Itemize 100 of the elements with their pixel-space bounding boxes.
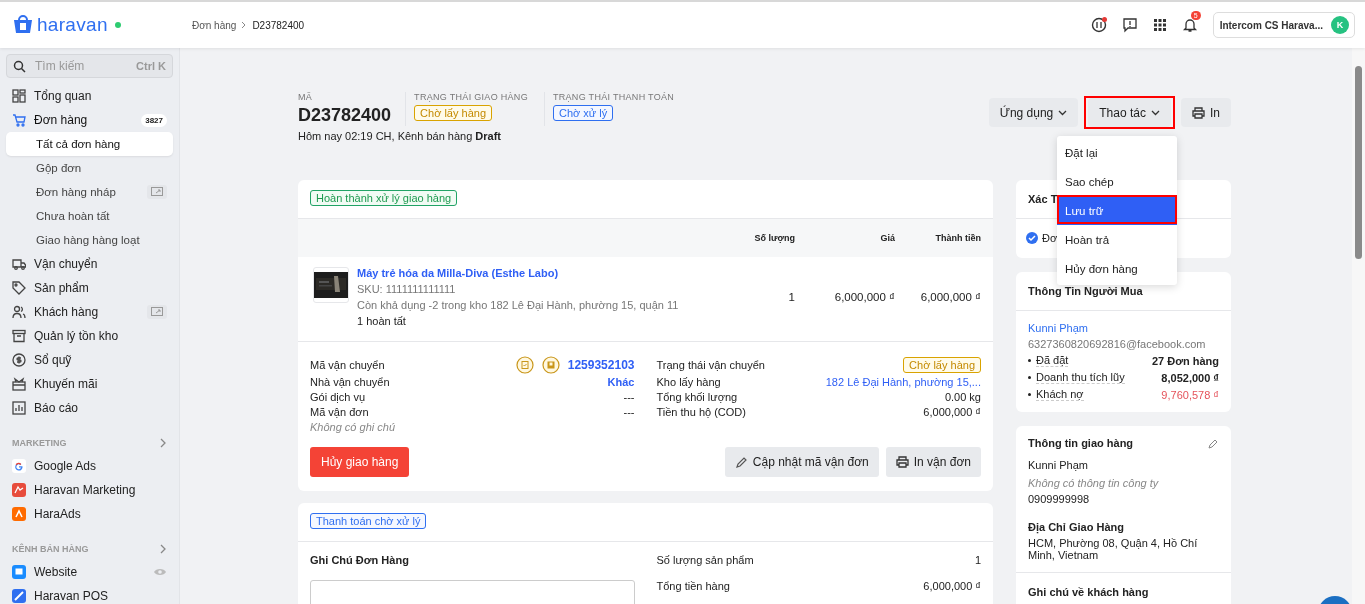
apps-grid-icon[interactable] xyxy=(1152,18,1167,32)
field-value: --- xyxy=(623,405,635,418)
field-label: Kho lấy hàng xyxy=(656,375,721,388)
shortcut-hint: Ctrl K xyxy=(136,60,166,72)
carrier-link[interactable]: Khác xyxy=(607,375,635,388)
stat-label: Khách nợ xyxy=(1036,388,1084,401)
nav-subitem[interactable]: Gộp đơn xyxy=(6,156,173,180)
app-icon xyxy=(12,589,26,603)
field-label: Tổng khối lượng xyxy=(656,390,738,403)
menu-item[interactable]: Đặt lại xyxy=(1057,138,1177,167)
field-value: 6,000,000 ₫ xyxy=(923,405,981,418)
open-external-icon[interactable] xyxy=(147,185,167,199)
section-heading: MARKETING xyxy=(12,438,67,448)
clipboard-icon[interactable] xyxy=(515,356,534,374)
chevron-icon[interactable] xyxy=(159,438,167,448)
action-button[interactable]: Ứng dụng xyxy=(988,98,1079,127)
field-label: Số lượng sản phẩm xyxy=(656,554,754,566)
chevron-icon[interactable] xyxy=(159,544,167,554)
account-button[interactable]: Intercom CS Harava... K xyxy=(1212,12,1355,38)
nav-item[interactable]: Sổ quỹ xyxy=(6,348,173,372)
product-link[interactable]: Máy trẻ hóa da Milla-Diva (Esthe Labo) xyxy=(357,267,679,279)
stat-value: 9,760,578 ₫ xyxy=(1161,388,1219,401)
field-label: Mã vận đơn xyxy=(310,405,369,418)
open-external-icon[interactable] xyxy=(147,305,167,319)
nav-subitem[interactable]: Giao hàng hàng loạt xyxy=(6,228,173,252)
field-value: 0.00 kg xyxy=(944,390,981,403)
action-button[interactable]: Thao tác xyxy=(1088,98,1171,127)
nav-item[interactable]: Khách hàng xyxy=(6,300,173,324)
field-label: Nhà vận chuyển xyxy=(310,375,390,388)
section-title: Ghi Chú Đơn Hàng xyxy=(310,554,410,566)
bullet-icon xyxy=(1028,376,1031,379)
feedback-icon[interactable] xyxy=(1121,17,1138,33)
nav-item[interactable]: Sản phẩm xyxy=(6,276,173,300)
nav-item[interactable]: Haravan POS xyxy=(6,584,173,604)
nav-subitem[interactable]: Tất cả đơn hàng xyxy=(6,132,173,156)
field-value: 1 xyxy=(974,554,981,566)
section-heading: KÊNH BÁN HÀNG xyxy=(12,544,89,554)
recipient-name: Kunni Phạm xyxy=(1028,459,1089,471)
eye-icon[interactable] xyxy=(153,567,167,577)
caret-icon xyxy=(1058,109,1068,116)
nav-subitem[interactable]: Đơn hàng nháp xyxy=(6,180,173,204)
printer-icon xyxy=(1192,106,1205,119)
nav-item[interactable]: Quản lý tồn kho xyxy=(6,324,173,348)
truck-icon xyxy=(12,257,26,271)
menu-item[interactable]: Sao chép xyxy=(1057,167,1177,196)
verification-text: Đơ xyxy=(1042,232,1058,244)
edit-icon[interactable] xyxy=(1208,437,1219,449)
card-title: Xác T xyxy=(1028,193,1058,205)
nav-item[interactable]: Khuyến mãi xyxy=(6,372,173,396)
search-input[interactable]: Tìm kiếm xyxy=(33,58,130,74)
chart-icon xyxy=(12,401,26,415)
nav-item[interactable]: HaraAds xyxy=(6,502,173,526)
warehouse-link[interactable]: 182 Lê Đại Hành, phường 15,... xyxy=(825,375,981,388)
nav-subitem[interactable]: Chưa hoàn tất xyxy=(6,204,173,228)
customer-link[interactable]: Kunni Phạm xyxy=(1028,322,1219,334)
package-icon[interactable] xyxy=(541,356,560,374)
sku-text: SKU: 1111111111111 xyxy=(357,283,457,295)
nav-item[interactable]: Tổng quan xyxy=(6,84,173,108)
cart-icon xyxy=(12,113,26,127)
menu-item[interactable]: Hoàn trả xyxy=(1057,225,1177,254)
stat-label: Đã đặt xyxy=(1036,354,1069,367)
tracking-link[interactable]: 1259352103 xyxy=(567,358,635,372)
price-cell-text: 6,000,000 ₫ xyxy=(833,291,895,303)
status-tag: Thanh toán chờ xử lý xyxy=(310,513,427,529)
action-button[interactable]: In xyxy=(1181,98,1231,127)
app-icon xyxy=(12,507,26,521)
cancel-shipping-button[interactable]: Hủy giao hàng xyxy=(310,447,410,477)
nav-item[interactable]: Website xyxy=(6,560,173,584)
nav-item[interactable]: Báo cáo xyxy=(6,396,173,420)
field-value: --- xyxy=(623,390,635,403)
field-label: Trạng thái vận chuyển xyxy=(656,359,765,371)
nav-item[interactable]: Haravan Marketing xyxy=(6,478,173,502)
menu-item[interactable]: Hủy đơn hàng xyxy=(1057,254,1177,283)
breadcrumb-link[interactable]: Đơn hàng xyxy=(192,19,237,31)
app-icon xyxy=(12,565,26,579)
breadcrumb-current: D23782400 xyxy=(252,19,305,31)
bell-icon[interactable] xyxy=(1181,17,1198,33)
bullet-icon xyxy=(1028,359,1031,362)
stat-label: Doanh thu tích lũy xyxy=(1036,371,1125,384)
card-title: Ghi chú về khách hàng xyxy=(1028,586,1149,598)
fulfilled-count: 1 hoàn tất xyxy=(357,315,407,327)
coin-icon xyxy=(12,353,26,367)
field-value: 6,000,000 ₫ xyxy=(923,580,981,592)
nav-item[interactable]: Vận chuyển xyxy=(6,252,173,276)
app-icon xyxy=(12,483,26,497)
column-header: Giá xyxy=(879,233,895,243)
email-text: 6327360820692816@facebook.com xyxy=(1028,338,1207,350)
field-label: Tổng tiền hàng xyxy=(656,580,730,592)
address-text: HCM, Phường 08, Quận 4, Hồ Chí Minh, Vietnam xyxy=(1028,537,1199,561)
caret-icon xyxy=(1151,109,1160,116)
google-logo-icon xyxy=(12,459,26,473)
nav-item[interactable]: Đơn hàng 3827 xyxy=(6,108,173,132)
nav-item[interactable]: Google Ads xyxy=(6,454,173,478)
logo[interactable]: haravan xyxy=(37,14,108,36)
print-label-button[interactable]: In vận đơn xyxy=(885,447,981,477)
scrollbar[interactable] xyxy=(1352,48,1365,604)
tag-icon xyxy=(12,281,26,295)
update-tracking-button[interactable]: Cập nhật mã vận đơn xyxy=(724,447,879,477)
field-label: Gói dịch vụ xyxy=(310,390,366,403)
company-text: Không có thông tin công ty xyxy=(1028,477,1160,489)
